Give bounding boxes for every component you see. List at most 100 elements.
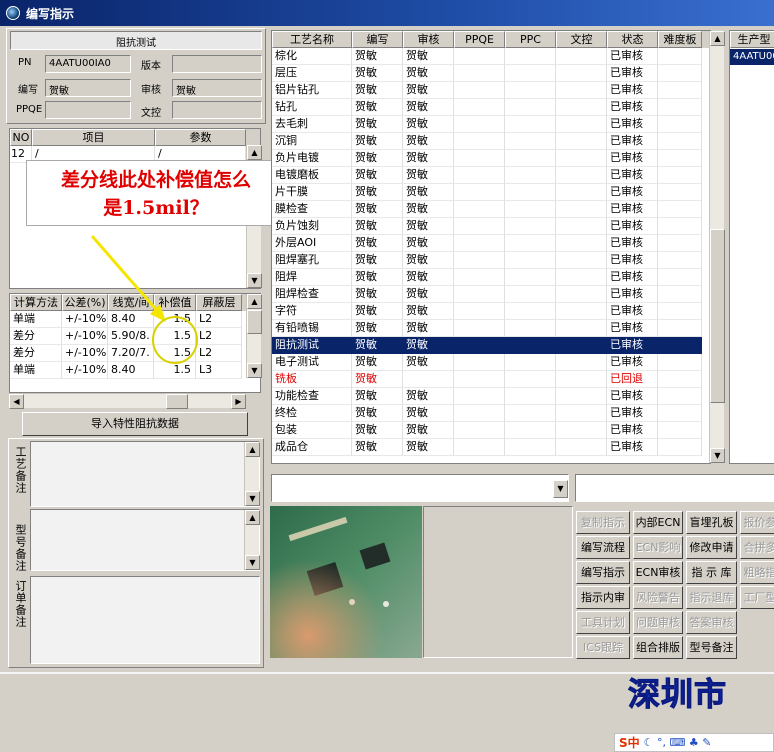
action-button[interactable]: ECN影响 bbox=[633, 536, 683, 559]
process-row[interactable]: 棕化 贺敏 贺敏 已审核 bbox=[272, 48, 710, 65]
action-button[interactable]: ICS跟踪 bbox=[576, 636, 630, 659]
remark1-scrollbar[interactable]: ▲ ▼ bbox=[244, 442, 260, 506]
process-scrollbar[interactable]: ▲ ▼ bbox=[709, 31, 725, 463]
process-row[interactable]: 铝片钻孔 贺敏 贺敏 已审核 bbox=[272, 82, 710, 99]
col-process-name[interactable]: 工艺名称 bbox=[272, 31, 352, 48]
process-row[interactable]: 有铅喷锡 贺敏 贺敏 已审核 bbox=[272, 320, 710, 337]
process-cell: 已审核 bbox=[607, 388, 658, 405]
action-button[interactable]: 指示退库 bbox=[686, 586, 737, 609]
process-row[interactable]: 负片蚀刻 贺敏 贺敏 已审核 bbox=[272, 218, 710, 235]
col-difficulty[interactable]: 难度板 bbox=[658, 31, 702, 48]
process-row[interactable]: 铣板 贺敏 已回退 bbox=[272, 371, 710, 388]
scroll-up-icon[interactable]: ▲ bbox=[245, 442, 260, 457]
process-row[interactable]: 钻孔 贺敏 贺敏 已审核 bbox=[272, 99, 710, 116]
process-cell: 贺敏 bbox=[352, 48, 403, 65]
action-button[interactable]: 编写指示 bbox=[576, 561, 630, 584]
process-cell: 电子测试 bbox=[272, 354, 352, 371]
process-cell bbox=[658, 388, 702, 405]
process-cell: 层压 bbox=[272, 65, 352, 82]
col-wenkong[interactable]: 文控 bbox=[556, 31, 607, 48]
action-button[interactable]: 盲埋孔板 bbox=[686, 511, 737, 534]
process-cell: 阻焊 bbox=[272, 269, 352, 286]
process-row[interactable]: 沉铜 贺敏 贺敏 已审核 bbox=[272, 133, 710, 150]
production-value[interactable]: 4AATU00 bbox=[730, 49, 774, 65]
process-row[interactable]: 阻焊 贺敏 贺敏 已审核 bbox=[272, 269, 710, 286]
scroll-down-icon[interactable]: ▼ bbox=[710, 448, 725, 463]
process-row[interactable]: 终检 贺敏 贺敏 已审核 bbox=[272, 405, 710, 422]
remark2-scrollbar[interactable]: ▲ ▼ bbox=[244, 510, 260, 570]
action-button[interactable]: 问题审核 bbox=[633, 611, 683, 634]
process-row[interactable]: 阻焊检查 贺敏 贺敏 已审核 bbox=[272, 286, 710, 303]
action-button[interactable]: 工厂型 bbox=[740, 586, 774, 609]
process-cell: 贺敏 bbox=[403, 337, 454, 354]
process-row[interactable]: 层压 贺敏 贺敏 已审核 bbox=[272, 65, 710, 82]
process-grid[interactable]: 工艺名称 编写 审核 PPQE PPC 文控 状态 难度板 棕化 贺敏 贺敏 已审核层… bbox=[271, 30, 711, 464]
action-button[interactable]: 风险警告 bbox=[633, 586, 683, 609]
process-row[interactable]: 去毛刺 贺敏 贺敏 已审核 bbox=[272, 116, 710, 133]
action-button[interactable]: 粗略指 bbox=[740, 561, 774, 584]
right-combo[interactable] bbox=[575, 474, 774, 502]
process-cell: 已审核 bbox=[607, 133, 658, 150]
process-row[interactable]: 阻抗测试 贺敏 贺敏 已审核 bbox=[272, 337, 710, 354]
process-cell bbox=[556, 269, 607, 286]
combo-dropdown-icon[interactable]: ▼ bbox=[553, 480, 568, 498]
ime-icons[interactable]: ☾ °, ⌨ ♣ ✎ bbox=[644, 736, 712, 749]
process-remark-field[interactable] bbox=[30, 441, 260, 507]
process-cell: 已审核 bbox=[607, 65, 658, 82]
action-button[interactable]: 编写流程 bbox=[576, 536, 630, 559]
action-button[interactable]: 内部ECN bbox=[633, 511, 683, 534]
scroll-down-icon[interactable]: ▼ bbox=[245, 491, 260, 506]
col-writer[interactable]: 编写 bbox=[352, 31, 403, 48]
col-reviewer[interactable]: 审核 bbox=[403, 31, 454, 48]
action-button[interactable]: 报价参 bbox=[740, 511, 774, 534]
process-row[interactable]: 阻焊塞孔 贺敏 贺敏 已审核 bbox=[272, 252, 710, 269]
scroll-up-icon[interactable]: ▲ bbox=[245, 510, 260, 525]
action-button[interactable]: 组合排版 bbox=[633, 636, 683, 659]
process-cell bbox=[556, 337, 607, 354]
process-cell: 已回退 bbox=[607, 371, 658, 388]
process-row[interactable]: 电镀磨板 贺敏 贺敏 已审核 bbox=[272, 167, 710, 184]
process-cell bbox=[658, 150, 702, 167]
col-status[interactable]: 状态 bbox=[607, 31, 658, 48]
order-remark-field[interactable] bbox=[30, 576, 260, 664]
production-panel[interactable]: 生产型 4AATU00 bbox=[729, 30, 774, 464]
scroll-up-icon[interactable]: ▲ bbox=[710, 31, 725, 46]
model-remark-field[interactable] bbox=[30, 509, 260, 571]
process-row[interactable]: 负片电镀 贺敏 贺敏 已审核 bbox=[272, 150, 710, 167]
process-row[interactable]: 成品仓 贺敏 贺敏 已审核 bbox=[272, 439, 710, 456]
process-cell: 外层AOI bbox=[272, 235, 352, 252]
scroll-thumb[interactable] bbox=[710, 229, 725, 403]
import-impedance-button[interactable]: 导入特性阻抗数据 bbox=[22, 412, 248, 436]
process-cell: 膜检查 bbox=[272, 201, 352, 218]
action-button[interactable]: 修改申请 bbox=[686, 536, 737, 559]
ime-logo[interactable]: S中 bbox=[619, 734, 640, 751]
process-cell: 贺敏 bbox=[352, 269, 403, 286]
process-row[interactable]: 膜检查 贺敏 贺敏 已审核 bbox=[272, 201, 710, 218]
process-cell bbox=[505, 133, 556, 150]
action-button[interactable]: 工具计划 bbox=[576, 611, 630, 634]
process-cell bbox=[454, 218, 505, 235]
scroll-down-icon[interactable]: ▼ bbox=[245, 555, 260, 570]
process-row[interactable]: 外层AOI 贺敏 贺敏 已审核 bbox=[272, 235, 710, 252]
process-row[interactable]: 片干膜 贺敏 贺敏 已审核 bbox=[272, 184, 710, 201]
action-button[interactable]: 指示内审 bbox=[576, 586, 630, 609]
action-button[interactable]: 合拼多 bbox=[740, 536, 774, 559]
process-row[interactable]: 功能检查 贺敏 贺敏 已审核 bbox=[272, 388, 710, 405]
process-row[interactable]: 字符 贺敏 贺敏 已审核 bbox=[272, 303, 710, 320]
pcb-image bbox=[270, 506, 422, 658]
process-cell bbox=[658, 439, 702, 456]
action-button[interactable]: 复制指示 bbox=[576, 511, 630, 534]
process-row[interactable]: 电子测试 贺敏 贺敏 已审核 bbox=[272, 354, 710, 371]
action-button[interactable]: 型号备注 bbox=[686, 636, 737, 659]
process-cell bbox=[505, 252, 556, 269]
col-ppqe[interactable]: PPQE bbox=[454, 31, 505, 48]
col-ppc[interactable]: PPC bbox=[505, 31, 556, 48]
process-cell bbox=[658, 252, 702, 269]
action-button[interactable]: ECN审核 bbox=[633, 561, 683, 584]
action-button[interactable]: 指 示 库 bbox=[686, 561, 737, 584]
ime-bar[interactable]: S中 ☾ °, ⌨ ♣ ✎ bbox=[614, 733, 774, 752]
action-button[interactable]: 答案审核 bbox=[686, 611, 737, 634]
process-row[interactable]: 包装 贺敏 贺敏 已审核 bbox=[272, 422, 710, 439]
process-combo[interactable] bbox=[271, 474, 569, 502]
production-header: 生产型 bbox=[730, 31, 774, 48]
